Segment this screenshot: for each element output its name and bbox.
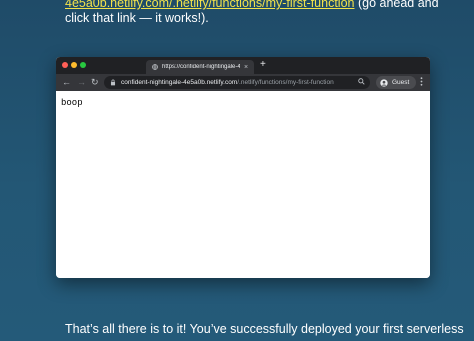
lock-icon[interactable]	[110, 79, 116, 86]
minimize-window-dot[interactable]	[71, 62, 77, 68]
reload-button[interactable]: ↻	[91, 77, 99, 88]
browser-tab-bar: https://confident-nightingale-4e × +	[56, 57, 430, 74]
browser-tab[interactable]: https://confident-nightingale-4e ×	[146, 60, 254, 74]
zoom-icon[interactable]	[358, 78, 365, 85]
url-host: confident-nightingale-4e5a0b.netlify.com	[121, 79, 238, 86]
profile-label: Guest	[392, 79, 410, 86]
browser-screenshot: https://confident-nightingale-4e × + ← →…	[56, 57, 430, 278]
browser-toolbar: ← → ↻ confident-nightingale-4e5a0b.netli…	[56, 74, 430, 91]
address-bar[interactable]: confident-nightingale-4e5a0b.netlify.com…	[104, 76, 370, 89]
close-window-dot[interactable]	[62, 62, 68, 68]
function-response-text: boop	[61, 98, 83, 108]
new-tab-button[interactable]: +	[260, 59, 266, 70]
function-link[interactable]: 4e5a0b.netlify.com/.netlify/functions/my…	[65, 0, 354, 10]
tab-close-icon[interactable]: ×	[244, 64, 248, 71]
tab-title: https://confident-nightingale-4e	[162, 64, 240, 70]
page-viewport: boop	[56, 91, 430, 278]
profile-button[interactable]: Guest	[376, 76, 416, 89]
kebab-menu-icon[interactable]	[420, 77, 423, 86]
avatar-icon	[380, 78, 388, 87]
back-button[interactable]: ←	[62, 77, 71, 87]
article-closing-paragraph: That’s all there is to it! You’ve succes…	[65, 322, 464, 336]
article-intro-paragraph: 4e5a0b.netlify.com/.netlify/functions/my…	[65, 0, 465, 26]
globe-icon	[152, 64, 158, 70]
maximize-window-dot[interactable]	[80, 62, 86, 68]
forward-button[interactable]: →	[77, 77, 86, 87]
url-path: /.netlify/functions/my-first-function	[237, 79, 334, 86]
